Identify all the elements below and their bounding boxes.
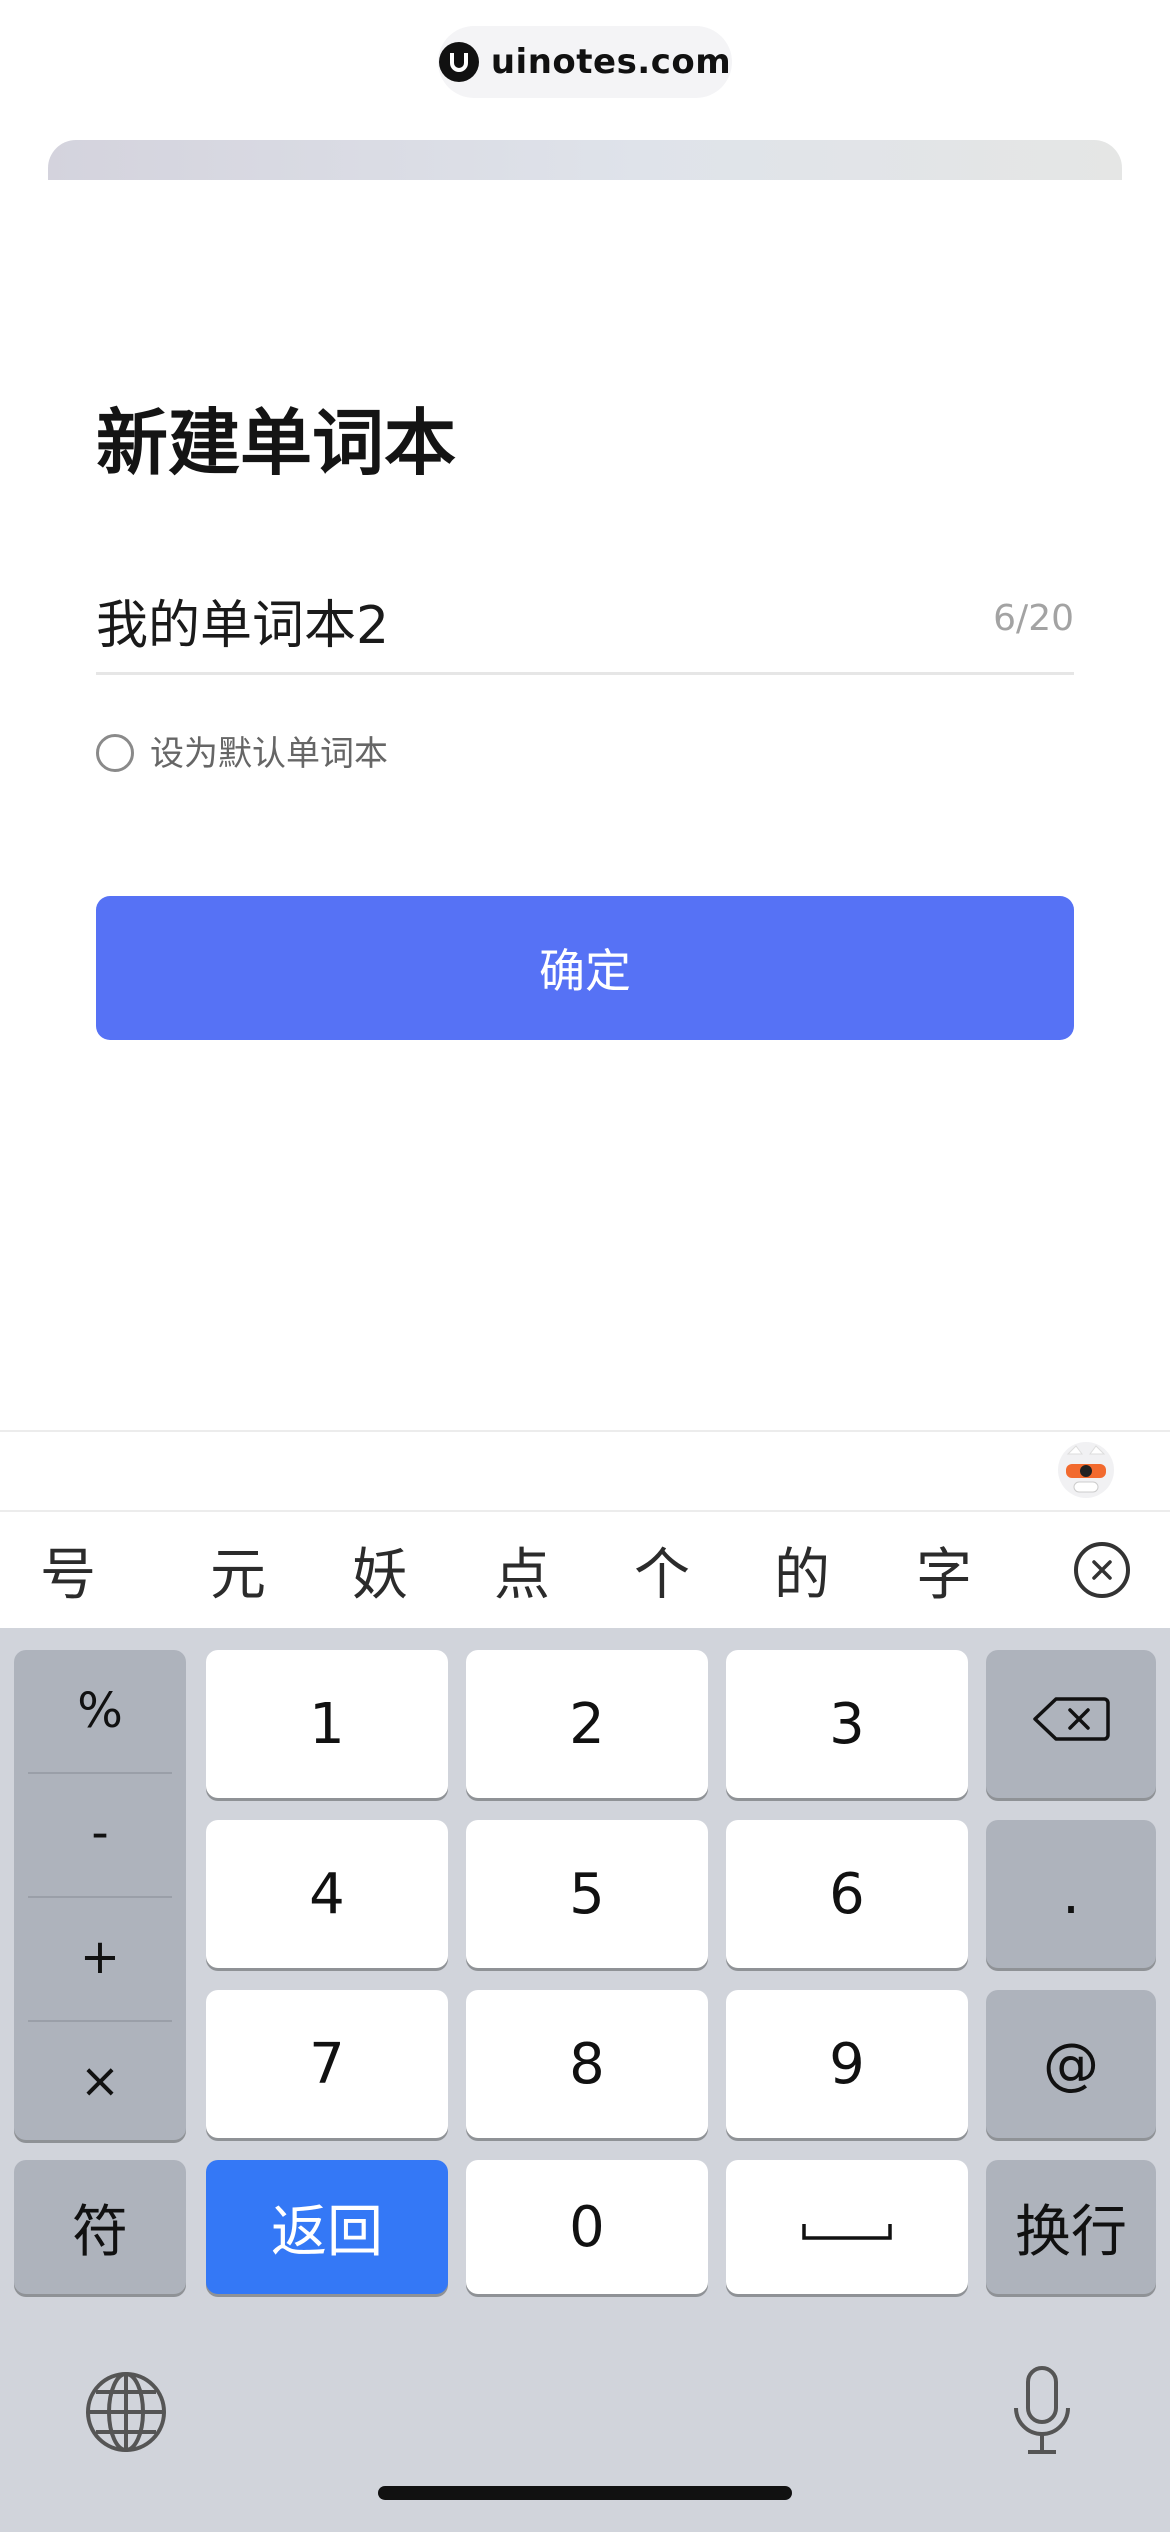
- key-7[interactable]: 7: [206, 1990, 448, 2138]
- candidate-item[interactable]: 妖: [330, 1530, 430, 1611]
- key-0[interactable]: 0: [466, 2160, 708, 2294]
- globe-icon[interactable]: [84, 2370, 168, 2454]
- candidate-item[interactable]: 的: [752, 1530, 852, 1611]
- key-3[interactable]: 3: [726, 1650, 968, 1798]
- set-default-radio[interactable]: [96, 734, 134, 772]
- home-indicator: [378, 2486, 792, 2500]
- candidate-item[interactable]: 个: [612, 1530, 712, 1611]
- keyboard-toolbar: [0, 1430, 1170, 1512]
- percent-key[interactable]: %: [14, 1650, 186, 1772]
- space-key[interactable]: [726, 2160, 968, 2294]
- key-8[interactable]: 8: [466, 1990, 708, 2138]
- key-4[interactable]: 4: [206, 1820, 448, 1968]
- key-1[interactable]: 1: [206, 1650, 448, 1798]
- multiply-key[interactable]: ×: [14, 2020, 186, 2142]
- candidate-item[interactable]: 点: [472, 1530, 572, 1611]
- dot-key[interactable]: .: [986, 1820, 1156, 1968]
- key-9[interactable]: 9: [726, 1990, 968, 2138]
- notebook-name-input[interactable]: [96, 580, 976, 660]
- newline-key[interactable]: 换行: [986, 2160, 1156, 2294]
- return-key[interactable]: 返回: [206, 2160, 448, 2294]
- candidate-item[interactable]: 号: [18, 1530, 118, 1611]
- minus-key[interactable]: -: [14, 1772, 186, 1894]
- symbols-key[interactable]: 符: [14, 2160, 186, 2294]
- key-6[interactable]: 6: [726, 1820, 968, 1968]
- character-counter: 6/20: [993, 598, 1074, 639]
- close-candidates-icon[interactable]: [1074, 1542, 1130, 1598]
- candidate-item[interactable]: 元: [188, 1530, 288, 1611]
- microphone-icon[interactable]: [1010, 2364, 1074, 2460]
- watermark-text: uinotes.com: [490, 42, 732, 82]
- set-default-label[interactable]: 设为默认单词本: [150, 734, 388, 774]
- plus-key[interactable]: +: [14, 1896, 186, 2018]
- symbol-key-column: % - + ×: [14, 1650, 186, 2140]
- key-5[interactable]: 5: [466, 1820, 708, 1968]
- sheet-top-edge: [48, 140, 1122, 180]
- backspace-icon: [1032, 1692, 1110, 1757]
- candidate-item[interactable]: 字: [894, 1530, 994, 1611]
- mascot-icon[interactable]: [1056, 1440, 1116, 1500]
- watermark-badge: uinotes.com: [438, 26, 732, 98]
- confirm-button[interactable]: 确定: [96, 896, 1074, 1040]
- candidate-bar: 号 元 妖 点 个 的 字: [0, 1510, 1170, 1630]
- uinotes-logo-icon: [438, 42, 479, 82]
- key-2[interactable]: 2: [466, 1650, 708, 1798]
- at-key[interactable]: @: [986, 1990, 1156, 2138]
- backspace-key[interactable]: [986, 1650, 1156, 1798]
- input-underline: [96, 672, 1074, 675]
- space-icon: [801, 2195, 893, 2260]
- page-title: 新建单词本: [96, 401, 457, 485]
